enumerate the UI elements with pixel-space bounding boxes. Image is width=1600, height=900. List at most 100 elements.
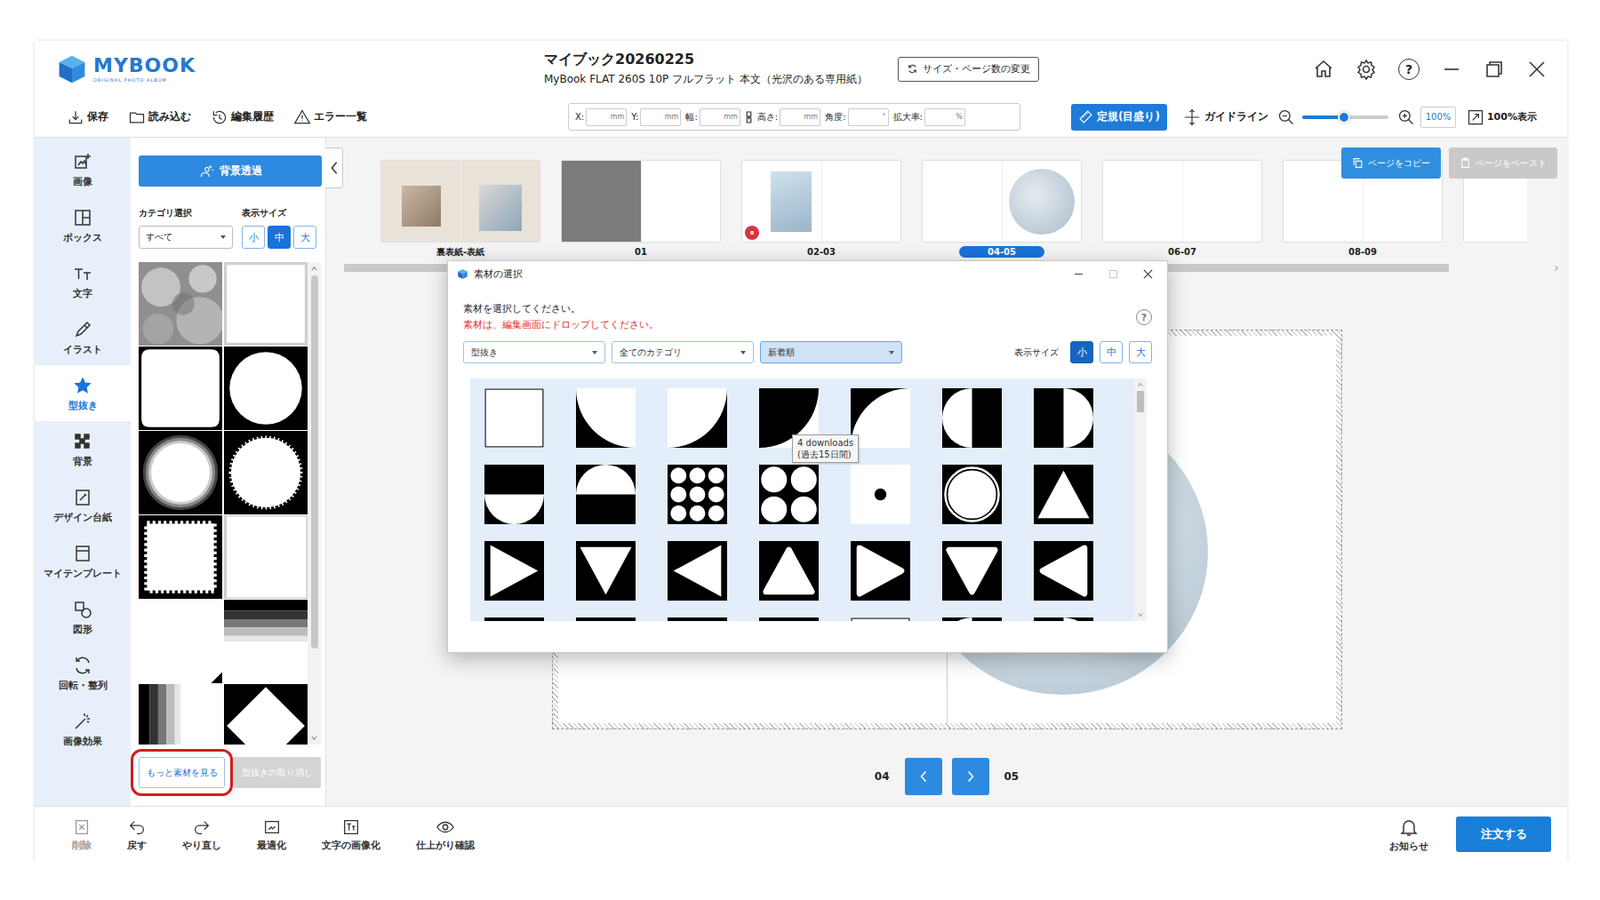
geometry-input[interactable]: ° [848,108,889,127]
sidebar-item[interactable]: 図形 [34,589,131,646]
filter-dropdown[interactable]: 新着順 [760,341,903,364]
minimize-icon[interactable] [1073,269,1084,280]
cutout-shape[interactable] [138,684,223,745]
scroll-right-icon[interactable] [1552,264,1560,272]
toolbar-button[interactable]: 編集履歴 [210,108,274,127]
fit-100-button[interactable]: 100%表示 [1466,108,1537,127]
material-item[interactable] [1033,541,1094,601]
material-item[interactable] [667,464,728,525]
filter-dropdown[interactable]: 全てのカテゴリ [611,341,754,364]
scroll-up-icon[interactable] [310,264,319,273]
notifications-button[interactable]: お知らせ [1389,816,1429,854]
cancel-cutout-button[interactable]: 型抜きの取り消し [232,757,321,789]
bottom-action-button[interactable]: 最適化 [256,817,287,853]
bottom-action-button[interactable]: 仕上がり確認 [416,817,475,853]
toolbar-button[interactable]: エラー一覧 [293,108,368,127]
material-item[interactable] [667,617,728,622]
material-item[interactable] [576,388,636,448]
sidebar-item[interactable]: デザイン台紙 [34,477,131,534]
guideline-button[interactable]: ガイドライン [1183,108,1269,127]
resize-button[interactable]: サイズ・ページ数の変更 [897,56,1040,82]
page-thumbnail[interactable]: 04-05 [922,160,1081,258]
material-item[interactable] [667,388,728,448]
material-item[interactable] [1033,464,1094,525]
sidebar-item[interactable]: 画像効果 [34,701,131,758]
material-item[interactable] [759,541,819,601]
display-size-button[interactable]: 中 [267,225,291,249]
page-thumbnail[interactable]: 裏表紙-表紙 [381,160,540,258]
zoom-slider[interactable] [1302,115,1389,120]
sidebar-item[interactable]: マイテンプレート [34,533,131,590]
cutout-shape[interactable] [138,515,223,600]
aspect-link-icon[interactable] [744,108,753,127]
display-size-button[interactable]: 中 [1099,341,1123,364]
zoom-out-icon[interactable] [1277,108,1296,127]
display-size-button[interactable]: 大 [293,225,317,249]
material-item[interactable] [759,464,819,525]
zoom-slider-knob[interactable] [1337,111,1351,124]
more-materials-button[interactable]: もっと素材を見る [138,757,225,789]
toolbar-button[interactable]: 読み込む [128,108,192,127]
bottom-action-button[interactable]: やり直し [182,817,222,853]
material-item[interactable] [576,464,636,525]
sidebar-item[interactable]: 画像 [34,141,131,198]
material-item[interactable] [942,464,1002,525]
sidebar-item[interactable]: イラスト [34,309,131,366]
toolbar-button[interactable]: 保存 [66,108,109,127]
material-item[interactable] [1033,388,1094,448]
display-size-button[interactable]: 大 [1128,341,1152,364]
sidebar-item[interactable]: ボックス [34,197,131,254]
scroll-down-icon[interactable] [1136,611,1144,619]
cutout-shape[interactable] [224,600,308,684]
zoom-in-icon[interactable] [1397,108,1416,127]
help-button[interactable]: ? [1136,309,1152,326]
material-item[interactable] [1033,617,1094,622]
cutout-shape[interactable] [224,346,308,431]
material-item[interactable] [484,464,544,525]
material-item[interactable] [850,617,911,622]
cutout-shape[interactable] [224,262,308,346]
display-size-button[interactable]: 小 [241,225,265,249]
cutout-shape[interactable] [138,600,223,684]
geometry-input[interactable]: mm [585,108,627,127]
material-item[interactable] [850,388,911,448]
sidebar-item[interactable]: 背景 [34,421,131,478]
material-item[interactable] [850,464,911,525]
scroll-up-icon[interactable] [1136,381,1144,389]
scroll-down-icon[interactable] [310,734,319,743]
sidebar-item[interactable]: 文字 [34,253,131,310]
next-page-button[interactable] [952,758,990,796]
material-item[interactable] [759,617,819,622]
geometry-input[interactable]: mm [699,108,741,127]
cutout-shape[interactable] [138,346,223,431]
close-icon[interactable] [1526,58,1548,80]
material-item[interactable] [667,541,728,601]
home-icon[interactable] [1312,58,1335,80]
bottom-action-button[interactable]: 文字の画像化 [321,817,381,853]
material-item[interactable] [484,541,544,601]
bottom-action-button[interactable]: 削除 [72,817,92,853]
category-select[interactable]: すべて [138,225,233,249]
material-item[interactable] [942,388,1002,448]
paste-page-button[interactable]: ページをペースト [1448,147,1558,179]
material-item[interactable] [576,617,636,622]
maximize-icon[interactable] [1483,58,1505,80]
close-icon[interactable] [1143,269,1153,280]
material-item[interactable] [576,541,636,601]
geometry-input[interactable]: % [924,108,966,127]
page-thumbnail[interactable]: 02-03 [742,160,901,258]
background-remove-button[interactable]: 背景透過 [138,155,322,187]
panel-scrollbar[interactable] [307,262,321,745]
filter-dropdown[interactable]: 型抜き [463,341,606,364]
collapse-panel-button[interactable] [325,147,344,189]
material-item[interactable] [850,541,911,601]
order-button[interactable]: 注文する [1456,816,1552,853]
cutout-shape[interactable] [224,431,308,515]
display-size-button[interactable]: 小 [1070,341,1094,364]
material-scrollbar[interactable] [1134,378,1147,622]
bottom-action-button[interactable]: 戻す [127,817,147,853]
material-item[interactable] [942,541,1002,601]
cutout-shape[interactable] [138,431,223,515]
minimize-icon[interactable] [1440,58,1463,80]
ruler-toggle[interactable]: 定規(目盛り) [1071,104,1168,131]
